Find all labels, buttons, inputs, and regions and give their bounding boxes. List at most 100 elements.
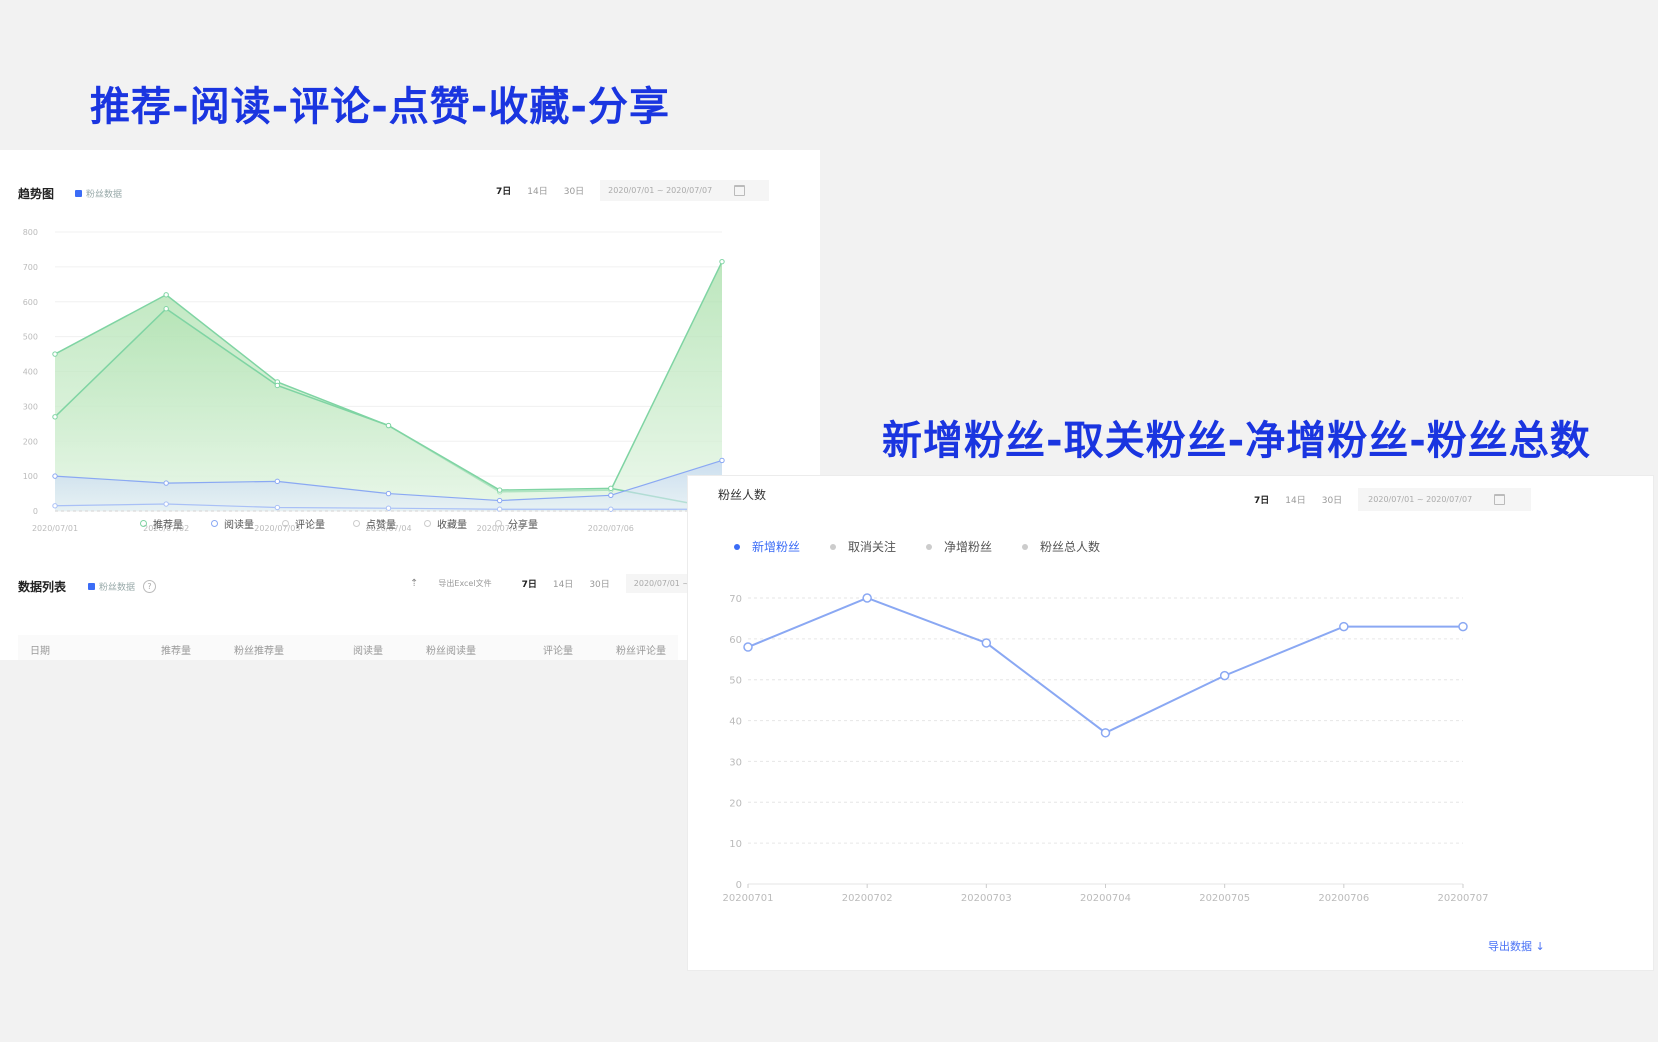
export-data-link[interactable]: 导出数据 ↓ [1488,938,1545,954]
table-header: 日期 推荐量 粉丝推荐量 阅读量 粉丝阅读量 评论量 粉丝评论量 [18,635,678,660]
fans-panel: 粉丝人数 7日 14日 30日 2020/07/01 ~ 2020/07/07 … [688,476,1653,970]
trend-date-text: 2020/07/01 ~ 2020/07/07 [608,186,713,195]
fans-label: 粉丝人数 [718,488,767,502]
upload-icon: ⇡ [410,578,419,589]
chip-square-icon [88,583,95,590]
data-point [274,382,281,389]
legend-ring-icon [424,520,431,527]
x-tick-label: 2020/07/06 [588,524,634,533]
data-point [608,485,614,492]
data-point [496,497,503,504]
section-title-fans: 新增粉丝-取关粉丝-净增粉丝-粉丝总数 [882,418,1591,464]
data-point [1339,621,1349,632]
y-tick-label: 30 [729,757,742,768]
data-point [163,292,169,298]
y-tick-label: 50 [729,676,742,687]
data-point [52,503,58,509]
list-range-30d[interactable]: 30日 [589,577,609,590]
trend-chip-label: 粉丝数据 [86,190,123,200]
col-fans-comment: 粉丝评论量 [616,646,666,657]
data-point [743,642,753,652]
fans-range-14d[interactable]: 14日 [1285,493,1305,506]
x-tick-label: 20200702 [842,893,893,904]
x-tick-label: 20200705 [1199,893,1250,904]
x-tick-label: 20200706 [1318,893,1369,904]
data-point [1458,621,1468,632]
legend-ring-icon [211,520,218,527]
y-tick-label: 600 [23,298,38,307]
legend-net-fans[interactable]: 净增粉丝 [926,538,992,555]
trend-legend: 推荐量 阅读量 评论量 点赞量 收藏量 分享量 [140,516,566,531]
legend-unfollow[interactable]: 取消关注 [830,538,896,555]
chip-square-icon [75,190,82,197]
data-point [719,457,725,464]
range-7d[interactable]: 7日 [496,184,511,197]
fans-date-text: 2020/07/01 ~ 2020/07/07 [1368,495,1473,504]
data-point [52,473,58,479]
range-30d[interactable]: 30日 [564,184,584,197]
y-tick-label: 40 [729,717,742,728]
fans-range-selector: 7日 14日 30日 2020/07/01 ~ 2020/07/07 [1254,488,1532,511]
x-tick-label: 20200701 [723,893,774,904]
list-title: 数据列表 [18,580,67,594]
legend-recommend[interactable]: 推荐量 [140,516,183,531]
list-range-14d[interactable]: 14日 [553,577,573,590]
list-chip-label: 粉丝数据 [99,583,136,593]
data-point [163,480,169,486]
data-point [385,490,392,497]
data-point [163,501,169,507]
legend-total-fans[interactable]: 粉丝总人数 [1022,538,1100,555]
legend-ring-icon [140,520,147,527]
calendar-icon [1494,494,1506,505]
legend-ring-icon [353,520,360,527]
trend-range-selector: 7日 14日 30日 2020/07/01 ~ 2020/07/07 [496,180,770,201]
calendar-icon [734,185,746,196]
legend-ring-icon [495,520,502,527]
y-tick-label: 700 [23,263,38,272]
data-point [862,593,872,603]
data-point [496,487,503,493]
x-tick-label: 20200704 [1080,893,1131,904]
export-excel-label: 导出Excel文件 [438,579,492,588]
legend-read[interactable]: 阅读量 [211,516,254,531]
fans-range-7d[interactable]: 7日 [1254,493,1269,506]
data-point [52,351,58,357]
legend-like[interactable]: 点赞量 [353,516,396,531]
data-point [385,505,392,511]
y-tick-label: 10 [729,839,742,850]
y-tick-label: 20 [729,798,742,809]
x-tick-label: 20200707 [1438,893,1488,904]
legend-dot-icon [734,543,740,550]
legend-favorite[interactable]: 收藏量 [424,516,467,531]
export-excel-button[interactable]: ⇡ 导出Excel文件 [410,578,508,589]
data-point [274,504,281,511]
legend-share[interactable]: 分享量 [495,516,538,531]
range-14d[interactable]: 14日 [527,184,547,197]
fans-line-chart: 0 10 20 30 40 50 60 70 20200701 20200702 20200703 2… [723,593,1488,904]
col-fans-read: 粉丝阅读量 [426,646,476,657]
legend-comment[interactable]: 评论量 [282,516,325,531]
data-point [1100,728,1111,738]
col-date: 日期 [30,646,50,657]
legend-new-fans[interactable]: 新增粉丝 [734,538,800,555]
trend-date-picker[interactable]: 2020/07/01 ~ 2020/07/07 [600,180,770,201]
list-toolbar: ⇡ 导出Excel文件 7日 14日 30日 2020/07/01 ~ 202 [410,574,731,593]
data-point [981,638,992,648]
data-point [163,306,169,312]
help-icon[interactable]: ? [143,580,157,593]
fans-range-30d[interactable]: 30日 [1322,493,1342,506]
x-tick-label: 2020/07/01 [32,524,78,533]
list-range-7d[interactable]: 7日 [522,577,537,590]
col-recommend: 推荐量 [161,646,191,657]
data-point [719,258,725,265]
col-fans-recommend: 粉丝推荐量 [234,646,284,657]
y-tick-label: 800 [23,228,38,237]
y-tick-label: 400 [23,368,38,377]
legend-dot-icon [1022,543,1029,550]
fans-legend: 新增粉丝 取消关注 净增粉丝 粉丝总人数 [734,538,1130,555]
section-title-engagement: 推荐-阅读-评论-点赞-收藏-分享 [90,84,671,130]
data-point [608,492,614,499]
y-tick-label: 70 [729,594,742,605]
fans-date-picker[interactable]: 2020/07/01 ~ 2020/07/07 [1358,488,1532,511]
data-point [1219,670,1230,681]
